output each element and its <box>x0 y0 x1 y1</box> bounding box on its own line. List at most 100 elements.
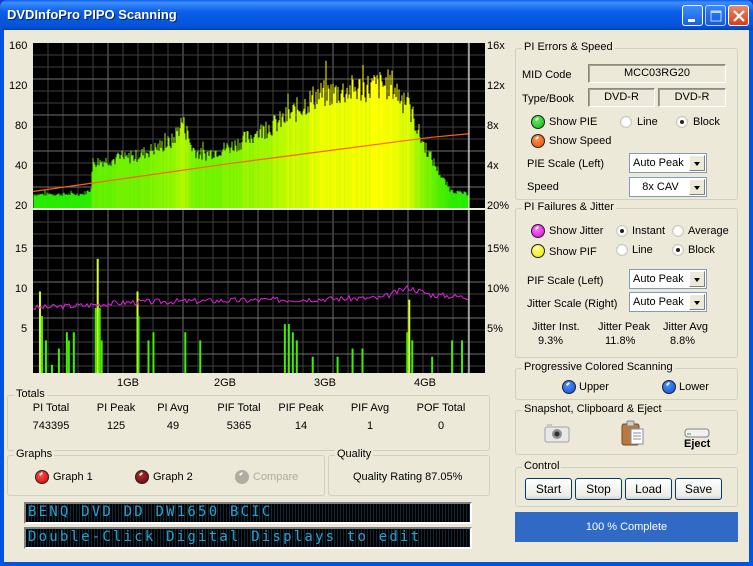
bottom-ytick-10: 10 <box>15 283 28 295</box>
pif-bar <box>431 356 434 373</box>
compare-button[interactable] <box>235 470 249 484</box>
pi-failures-jitter-group: PI Failures & Jitter Show Jitter Instant… <box>515 201 738 358</box>
show-pif-toggle[interactable] <box>531 244 545 258</box>
pif-bar <box>406 332 409 373</box>
bottom-y2tick-10: 10% <box>487 283 510 295</box>
jitter-peak-label: Jitter Peak <box>598 321 650 333</box>
quality-rating: Quality Rating 87.05% <box>353 471 463 483</box>
jitter-avg-label: Jitter Avg <box>663 321 709 333</box>
chevron-down-icon[interactable] <box>689 271 705 287</box>
chevron-down-icon[interactable] <box>689 294 705 310</box>
speed-select[interactable]: 8x CAV <box>629 177 707 197</box>
graph2-label[interactable]: Graph 2 <box>153 471 193 483</box>
upper-toggle[interactable] <box>562 380 576 394</box>
pif-bar <box>72 332 75 373</box>
top-ytick-160: 160 <box>9 40 28 52</box>
bottom-y2tick-20: 20% <box>487 200 510 212</box>
minimize-button[interactable] <box>682 5 703 26</box>
eject-label[interactable]: Eject <box>684 438 710 450</box>
chevron-down-icon[interactable] <box>689 155 705 171</box>
jitter-instant-radio[interactable] <box>616 225 628 237</box>
pi-failures-jitter-label: PI Failures & Jitter <box>522 201 616 213</box>
pie-scale-value: Auto Peak <box>633 157 684 169</box>
pie-scale-select[interactable]: Auto Peak <box>629 153 707 173</box>
pif-scale-label: PIF Scale (Left) <box>527 275 604 287</box>
start-button[interactable]: Start <box>525 478 572 500</box>
jitter-average-radio[interactable] <box>672 225 684 237</box>
xtick-3gb: 3GB <box>314 377 337 389</box>
graph2-button[interactable] <box>135 470 149 484</box>
pif-bar <box>287 324 290 373</box>
jitter-instant-label[interactable]: Instant <box>632 225 665 237</box>
top-y2tick-8x: 8x <box>487 120 499 132</box>
show-jitter-toggle[interactable] <box>531 224 545 238</box>
pif-block-radio[interactable] <box>672 244 684 256</box>
edit-hint-display[interactable]: Double-Click Digital Displays to edit <box>24 527 472 549</box>
speed-value: 8x CAV <box>642 181 679 193</box>
top-ytick-120: 120 <box>9 80 28 92</box>
lower-toggle[interactable] <box>662 380 676 394</box>
pif-line-label[interactable]: Line <box>632 244 653 256</box>
totals-group: Totals PI Total PI Peak PI Avg PIF Total… <box>7 388 490 451</box>
pif-line-radio[interactable] <box>616 244 628 256</box>
graphs-group: Graphs Graph 1 Graph 2 Compare <box>7 448 325 496</box>
pif-bar <box>283 324 286 373</box>
title-bar[interactable]: DVDInfoPro PIPO Scanning <box>0 0 753 30</box>
graph1-button[interactable] <box>35 470 49 484</box>
control-label: Control <box>522 460 562 472</box>
pof-total-value: 0 <box>437 420 445 432</box>
chevron-down-icon[interactable] <box>689 179 705 195</box>
maximize-button[interactable] <box>705 5 726 26</box>
load-button[interactable]: Load <box>625 478 672 500</box>
pif-bar <box>152 332 155 373</box>
show-speed-toggle[interactable] <box>531 134 545 148</box>
pof-total-header: POF Total <box>416 402 466 414</box>
pi-avg-value: 49 <box>166 420 180 432</box>
top-y2tick-12x: 12x <box>487 80 505 92</box>
progressive-scanning-group: Progressive Colored Scanning Upper Lower <box>515 361 738 400</box>
upper-label[interactable]: Upper <box>579 381 609 393</box>
pif-block-label[interactable]: Block <box>688 244 715 256</box>
bottom-ytick-5: 5 <box>21 323 28 335</box>
pif-jitter-chart <box>33 210 485 373</box>
jitter-avg-value: 8.8% <box>670 335 696 347</box>
snapshot-label: Snapshot, Clipboard & Eject <box>522 403 664 415</box>
type-book-label: Type/Book <box>522 93 574 105</box>
pif-bar <box>295 340 298 373</box>
progressive-scanning-label: Progressive Colored Scanning <box>522 361 675 373</box>
show-pie-label[interactable]: Show PIE <box>549 116 597 128</box>
close-button[interactable] <box>728 5 749 26</box>
disc-type-field: DVD-R <box>588 88 655 107</box>
pif-bar <box>65 332 68 373</box>
pi-avg-header: PI Avg <box>157 402 189 414</box>
bottom-y2tick-15: 15% <box>487 243 510 255</box>
show-pie-toggle[interactable] <box>531 115 545 129</box>
pie-block-radio[interactable] <box>676 116 688 128</box>
jitter-scale-label: Jitter Scale (Right) <box>527 298 618 310</box>
pif-avg-header: PIF Avg <box>350 402 390 414</box>
pif-bar <box>291 332 294 373</box>
graph1-label[interactable]: Graph 1 <box>53 471 93 483</box>
pif-peak-value: 14 <box>294 420 308 432</box>
jitter-scale-select[interactable]: Auto Peak <box>629 292 707 312</box>
compare-label[interactable]: Compare <box>253 471 298 483</box>
pif-bar <box>40 315 43 373</box>
stop-button[interactable]: Stop <box>575 478 622 500</box>
clipboard-icon[interactable] <box>620 420 646 446</box>
camera-icon[interactable] <box>544 423 570 443</box>
save-button[interactable]: Save <box>675 478 722 500</box>
show-jitter-label[interactable]: Show Jitter <box>549 225 603 237</box>
top-ytick-20: 20 <box>15 200 28 212</box>
show-speed-label[interactable]: Show Speed <box>549 135 611 147</box>
drive-display[interactable]: BENQ DVD DD DW1650 BCIC <box>24 502 472 524</box>
pie-line-label[interactable]: Line <box>637 116 658 128</box>
pif-bar <box>408 299 411 373</box>
pie-line-radio[interactable] <box>620 116 632 128</box>
show-pif-label[interactable]: Show PIF <box>549 246 597 258</box>
pif-scale-select[interactable]: Auto Peak <box>629 269 707 289</box>
pie-speed-chart <box>33 43 485 208</box>
lower-label[interactable]: Lower <box>679 381 709 393</box>
pie-block-label[interactable]: Block <box>693 116 720 128</box>
progress-bar: 100 % Complete <box>515 512 738 542</box>
jitter-average-label[interactable]: Average <box>688 225 729 237</box>
